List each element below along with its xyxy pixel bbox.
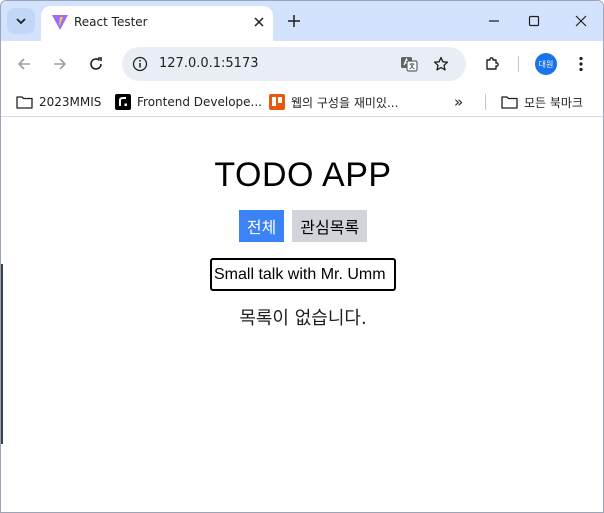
chevron-down-icon [16,18,26,25]
menu-button[interactable] [567,50,595,78]
window-edge-shadow [1,264,3,444]
bookmark-label: 웹의 구성을 재미있... [291,95,399,110]
bookmark-label: Frontend Develope... [137,95,262,109]
tab-title: React Tester [74,15,148,29]
empty-list-message: 목록이 없습니다. [239,308,367,329]
back-button[interactable] [10,50,38,78]
bookmark-web-structure[interactable]: 웹의 구성을 재미있... [269,92,398,112]
site-info-button[interactable] [128,52,152,76]
minimize-icon [489,20,499,22]
minimize-button[interactable] [477,7,511,35]
tab-favorites-button[interactable]: 관심목록 [292,210,368,242]
page-content: TODO APP 전체 관심목록 목록이 없습니다. [1,118,603,512]
forward-button[interactable] [46,50,74,78]
plus-icon [288,15,300,27]
browser-tab[interactable]: React Tester [41,6,273,41]
maximize-button[interactable] [517,7,551,35]
maximize-icon [528,15,540,27]
all-bookmarks-label: 모든 북마크 [524,95,584,110]
url-text: 127.0.0.1:5173 [159,56,259,71]
browser-window: React Tester 127.0.0.1:5173 대원 2023MMIS … [0,0,604,513]
bookmarks-overflow-button[interactable]: » [454,92,463,112]
roadmap-icon [115,94,131,110]
bookmark-label: 2023MMIS [39,95,102,109]
filter-tabs: 전체 관심목록 [1,210,603,242]
address-bar[interactable]: 127.0.0.1:5173 [122,47,466,81]
folder-icon [16,95,33,109]
extensions-button[interactable] [478,50,506,78]
kebab-menu-icon [579,56,583,72]
app-title: TODO APP [214,156,392,194]
arrow-right-icon [54,58,67,70]
bookmarks-divider [485,94,486,110]
bookmark-frontend-developer[interactable]: Frontend Develope... [115,92,262,112]
trello-icon [269,94,285,110]
reload-icon [90,57,102,70]
toolbar-divider [518,56,519,72]
star-icon [433,56,449,71]
bookmarks-bar: 2023MMIS Frontend Develope... 웹의 구성을 재미있… [1,87,603,117]
tab-search-button[interactable] [7,8,35,34]
window-close-button[interactable] [564,7,598,35]
info-icon [132,56,148,72]
reload-button[interactable] [82,50,110,78]
browser-toolbar: 127.0.0.1:5173 대원 [1,41,603,87]
tab-all-button[interactable]: 전체 [238,210,285,242]
todo-input[interactable] [210,258,396,291]
tab-close-button[interactable] [249,12,269,32]
vite-favicon-icon [52,15,68,30]
tab-strip: React Tester [1,1,603,41]
profile-avatar[interactable]: 대원 [535,53,557,75]
translate-button[interactable] [398,53,420,75]
translate-icon [401,57,418,72]
arrow-left-icon [17,58,30,70]
new-tab-button[interactable] [282,9,306,33]
puzzle-icon [486,57,499,70]
bookmark-2023mmis[interactable]: 2023MMIS [16,92,101,112]
bookmark-star-button[interactable] [430,53,452,75]
folder-icon [501,95,518,109]
close-icon [575,15,587,27]
all-bookmarks-button[interactable]: 모든 북마크 [501,92,583,112]
close-icon [254,17,264,27]
